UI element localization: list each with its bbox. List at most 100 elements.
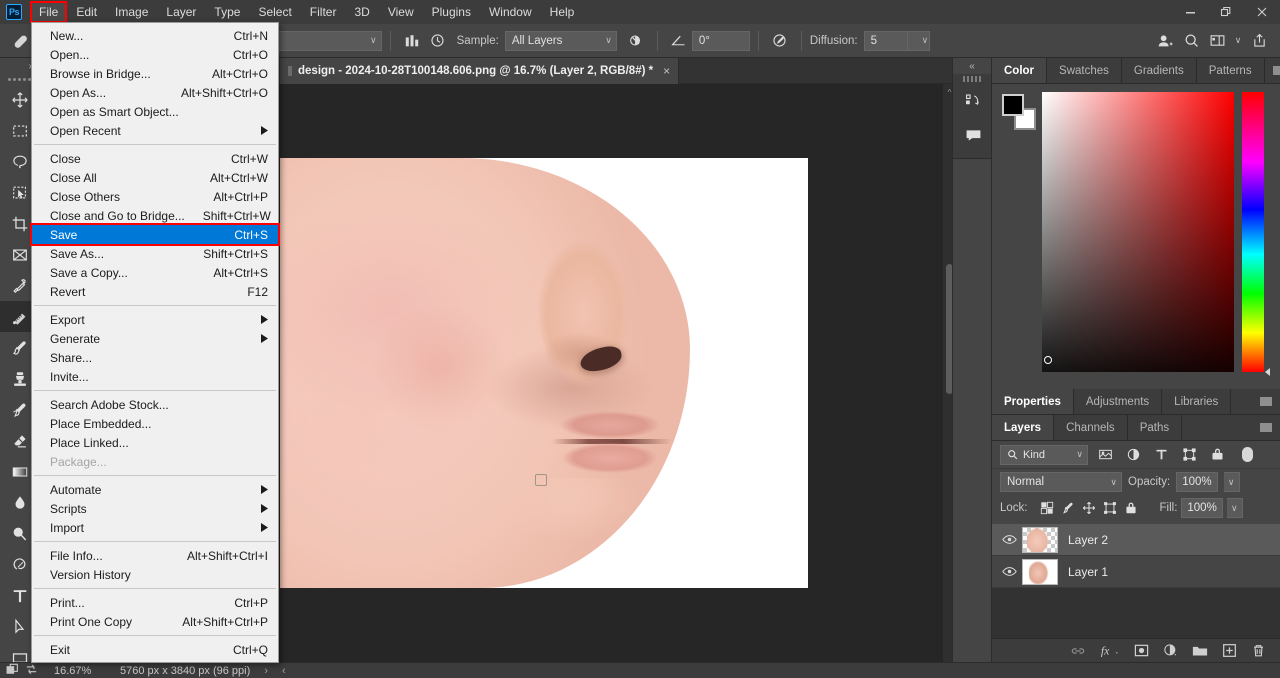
minimize-button[interactable] bbox=[1172, 0, 1208, 24]
filter-adjustment-layer-icon[interactable] bbox=[1122, 445, 1144, 465]
comments-icon[interactable] bbox=[953, 118, 993, 152]
share-user-icon[interactable] bbox=[1152, 29, 1178, 53]
menu-item-open-as[interactable]: Open As... Alt+Shift+Ctrl+O bbox=[32, 83, 278, 102]
document-tab[interactable]: design - 2024-10-28T100148.606.png @ 16.… bbox=[280, 58, 679, 84]
menu-item-save[interactable]: Save Ctrl+S bbox=[32, 225, 278, 244]
menu-item-close-all[interactable]: Close All Alt+Ctrl+W bbox=[32, 168, 278, 187]
layer-thumbnail[interactable] bbox=[1022, 527, 1058, 553]
menu-image[interactable]: Image bbox=[106, 1, 157, 23]
menu-item-place-linked[interactable]: Place Linked... bbox=[32, 433, 278, 452]
filter-kind-select[interactable]: Kind ∨ bbox=[1000, 445, 1088, 465]
menu-item-exit[interactable]: Exit Ctrl+Q bbox=[32, 640, 278, 659]
workspace-icon[interactable] bbox=[1204, 29, 1230, 53]
lock-position-icon[interactable] bbox=[1082, 501, 1096, 515]
lock-transparent-icon[interactable] bbox=[1040, 501, 1054, 515]
status-expand-icon[interactable]: › bbox=[250, 665, 268, 677]
fill-caret-icon[interactable]: ∨ bbox=[1227, 498, 1243, 518]
menu-item-open-recent[interactable]: Open Recent bbox=[32, 121, 278, 140]
new-group-icon[interactable] bbox=[1192, 644, 1208, 658]
layer-visibility-icon[interactable] bbox=[996, 533, 1022, 546]
menu-item-import[interactable]: Import bbox=[32, 518, 278, 537]
timing-button[interactable] bbox=[425, 29, 451, 53]
panel-menu-icon[interactable] bbox=[1265, 58, 1280, 83]
layer-row-layer-2[interactable]: Layer 2 bbox=[992, 524, 1280, 556]
blend-mode-select[interactable]: Normal ∨ bbox=[1000, 472, 1122, 492]
status-collapse-icon[interactable]: ‹ bbox=[268, 665, 286, 677]
close-button[interactable] bbox=[1244, 0, 1280, 24]
menu-item-save-a-copy[interactable]: Save a Copy... Alt+Ctrl+S bbox=[32, 263, 278, 282]
menu-item-search-adobe-stock[interactable]: Search Adobe Stock... bbox=[32, 395, 278, 414]
tab-properties[interactable]: Properties bbox=[992, 389, 1074, 414]
menu-filter[interactable]: Filter bbox=[301, 1, 346, 23]
menu-edit[interactable]: Edit bbox=[67, 1, 106, 23]
menu-item-close-and-go-to-bridge[interactable]: Close and Go to Bridge... Shift+Ctrl+W bbox=[32, 206, 278, 225]
menu-item-export[interactable]: Export bbox=[32, 310, 278, 329]
status-document-dimensions[interactable]: 5760 px x 3840 px (96 ppi) bbox=[110, 665, 250, 677]
rail-collapse-button[interactable]: « bbox=[953, 58, 991, 74]
panel-menu-icon[interactable] bbox=[1252, 415, 1280, 440]
menu-item-version-history[interactable]: Version History bbox=[32, 565, 278, 584]
layer-visibility-icon[interactable] bbox=[996, 565, 1022, 578]
adjustment-layer-icon[interactable] bbox=[1163, 643, 1178, 658]
menu-layer[interactable]: Layer bbox=[157, 1, 205, 23]
menu-item-close-others[interactable]: Close Others Alt+Ctrl+P bbox=[32, 187, 278, 206]
menu-3d[interactable]: 3D bbox=[345, 1, 378, 23]
menu-file[interactable]: File bbox=[30, 1, 67, 23]
lock-all-icon[interactable] bbox=[1124, 501, 1138, 515]
workspace-caret-icon[interactable]: ∨ bbox=[1230, 29, 1246, 53]
menu-item-revert[interactable]: Revert F12 bbox=[32, 282, 278, 301]
new-layer-icon[interactable] bbox=[1222, 643, 1237, 658]
menu-item-browse-in-bridge[interactable]: Browse in Bridge... Alt+Ctrl+O bbox=[32, 64, 278, 83]
lock-artboard-icon[interactable] bbox=[1103, 501, 1117, 515]
link-layers-icon[interactable] bbox=[1070, 644, 1086, 658]
delete-layer-icon[interactable] bbox=[1251, 643, 1266, 658]
fill-field[interactable]: 100% bbox=[1181, 498, 1222, 518]
menu-item-file-info[interactable]: File Info... Alt+Shift+Ctrl+I bbox=[32, 546, 278, 565]
lock-image-icon[interactable] bbox=[1061, 501, 1075, 515]
tab-libraries[interactable]: Libraries bbox=[1162, 389, 1231, 414]
menu-item-invite[interactable]: Invite... bbox=[32, 367, 278, 386]
tab-channels[interactable]: Channels bbox=[1054, 415, 1128, 440]
menu-item-automate[interactable]: Automate bbox=[32, 480, 278, 499]
menu-item-close[interactable]: Close Ctrl+W bbox=[32, 149, 278, 168]
menu-window[interactable]: Window bbox=[480, 1, 541, 23]
sample-select[interactable]: All Layers ∨ bbox=[505, 31, 617, 51]
menu-item-open-as-smart-object[interactable]: Open as Smart Object... bbox=[32, 102, 278, 121]
menu-item-open[interactable]: Open... Ctrl+O bbox=[32, 45, 278, 64]
menu-item-share[interactable]: Share... bbox=[32, 348, 278, 367]
menu-item-print-one-copy[interactable]: Print One Copy Alt+Shift+Ctrl+P bbox=[32, 612, 278, 631]
hue-strip[interactable] bbox=[1242, 92, 1264, 372]
panel-menu-icon[interactable] bbox=[1252, 389, 1280, 414]
layer-name[interactable]: Layer 2 bbox=[1068, 533, 1108, 547]
layer-style-fx-icon[interactable]: fx bbox=[1100, 643, 1120, 658]
angle-field[interactable]: 0° bbox=[692, 31, 750, 51]
menu-plugins[interactable]: Plugins bbox=[423, 1, 480, 23]
layer-row-layer-1[interactable]: Layer 1 bbox=[992, 556, 1280, 588]
arrange-icon[interactable] bbox=[25, 663, 38, 678]
tab-paths[interactable]: Paths bbox=[1128, 415, 1182, 440]
duplicate-window-icon[interactable] bbox=[6, 663, 19, 678]
opacity-caret-icon[interactable]: ∨ bbox=[1224, 472, 1240, 492]
foreground-color-chip[interactable] bbox=[1002, 94, 1024, 116]
mode-select[interactable]: ∨ bbox=[272, 31, 382, 51]
menu-help[interactable]: Help bbox=[541, 1, 584, 23]
tab-adjustments[interactable]: Adjustments bbox=[1074, 389, 1162, 414]
menu-item-scripts[interactable]: Scripts bbox=[32, 499, 278, 518]
tab-layers[interactable]: Layers bbox=[992, 415, 1054, 440]
status-zoom-level[interactable]: 16.67% bbox=[48, 665, 110, 677]
search-icon[interactable] bbox=[1178, 29, 1204, 53]
hue-slider-handle[interactable] bbox=[1265, 368, 1270, 376]
layer-thumbnail[interactable] bbox=[1022, 559, 1058, 585]
menu-item-place-embedded[interactable]: Place Embedded... bbox=[32, 414, 278, 433]
restore-button[interactable] bbox=[1208, 0, 1244, 24]
tab-color[interactable]: Color bbox=[992, 58, 1047, 83]
color-picker-handle[interactable] bbox=[1044, 356, 1052, 364]
tab-swatches[interactable]: Swatches bbox=[1047, 58, 1122, 83]
histogram-button[interactable] bbox=[399, 29, 425, 53]
filter-smart-object-icon[interactable] bbox=[1206, 445, 1228, 465]
filter-toggle-icon[interactable] bbox=[1236, 445, 1258, 465]
menu-item-save-as[interactable]: Save As... Shift+Ctrl+S bbox=[32, 244, 278, 263]
diffusion-field[interactable]: 5 bbox=[864, 31, 908, 51]
export-share-icon[interactable] bbox=[1246, 29, 1272, 53]
diffusion-caret[interactable]: ∨ bbox=[908, 31, 930, 51]
